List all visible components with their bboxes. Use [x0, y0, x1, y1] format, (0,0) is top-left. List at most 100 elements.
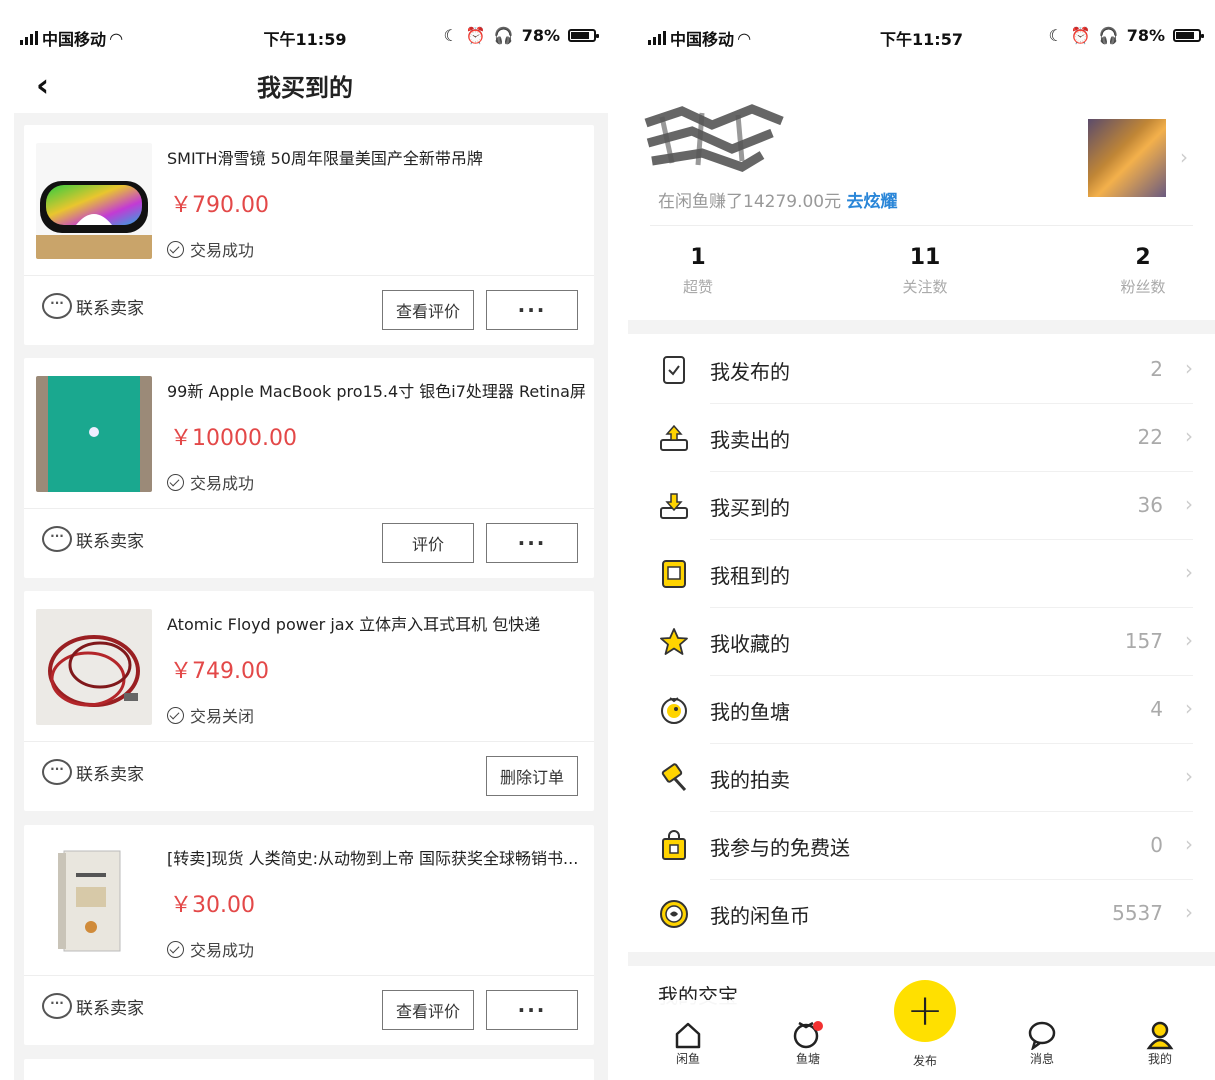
chat-bubble-icon: ···: [42, 293, 72, 319]
menu-item-fish-coins[interactable]: 我的闲鱼币 5537 ›: [628, 880, 1215, 948]
check-circle-icon: [167, 240, 184, 258]
menu-item-auction[interactable]: 我的拍卖 ›: [628, 744, 1215, 812]
alarm-icon: ⏰: [465, 26, 486, 45]
menu-label: 我卖出的: [710, 428, 790, 452]
fish-pond-tab-icon: [793, 1021, 823, 1049]
menu-item-rented[interactable]: 我租到的 ›: [628, 540, 1215, 608]
chevron-right-icon: ›: [1185, 560, 1193, 584]
order-price: ￥30.00: [170, 893, 255, 918]
stat-following[interactable]: 11 关注数: [865, 245, 985, 297]
order-price: ￥10000.00: [170, 426, 297, 451]
menu-item-bought[interactable]: 我买到的 36 ›: [628, 472, 1215, 540]
chat-bubble-icon: ···: [42, 759, 72, 785]
earnings-label: 在闲鱼赚了14279.00元: [658, 192, 842, 212]
more-button[interactable]: ···: [486, 523, 578, 563]
menu-item-favorites[interactable]: 我收藏的 157 ›: [628, 608, 1215, 676]
contact-seller-label: 联系卖家: [76, 764, 144, 785]
tab-label: 消息: [1029, 1052, 1054, 1066]
menu-label: 我的拍卖: [710, 768, 790, 792]
earnings-text: 在闲鱼赚了14279.00元 去炫耀: [658, 187, 898, 212]
chevron-right-icon: ›: [1185, 492, 1193, 516]
tab-label: 闲鱼: [675, 1052, 700, 1066]
stat-likes[interactable]: 1 超赞: [638, 245, 758, 297]
tab-messages[interactable]: 消息: [1002, 1014, 1082, 1067]
order-card[interactable]: 99新 Apple MacBook pro15.4寸 银色i7处理器 Retin…: [24, 358, 594, 578]
gift-bag-icon: [662, 830, 686, 860]
tab-home[interactable]: 闲鱼: [648, 1014, 728, 1067]
menu-item-free-giveaway[interactable]: 我参与的免费送 0 ›: [628, 812, 1215, 880]
menu-item-fish-pond[interactable]: 我的鱼塘 4 ›: [628, 676, 1215, 744]
goggles-image: [36, 143, 152, 259]
tab-bar: 闲鱼 鱼塘 + 发布 消息 我的: [628, 980, 1215, 1080]
tab-mine[interactable]: 我的: [1120, 1014, 1200, 1067]
message-icon: [1028, 1021, 1056, 1050]
status-bar: 中国移动 ◠ 下午11:59 ☾ ⏰ 🎧 78%: [0, 22, 610, 52]
check-circle-icon: [167, 473, 184, 491]
headphones-icon: 🎧: [493, 26, 514, 45]
stat-number: 1: [690, 245, 706, 270]
contact-seller-button[interactable]: ··· 联系卖家: [42, 759, 144, 785]
order-list: SMITH滑雪镜 50周年限量美国产全新带吊牌 ￥790.00 交易成功 ···…: [14, 113, 608, 1080]
upload-box-icon: [660, 424, 688, 451]
order-status-label: 交易成功: [190, 474, 255, 493]
stat-label: 超赞: [682, 278, 713, 296]
stats-row: 1 超赞 11 关注数 2 粉丝数: [628, 245, 1215, 315]
chevron-right-icon: ›: [1185, 832, 1193, 856]
review-button[interactable]: 评价: [382, 523, 474, 563]
order-status-label: 交易关闭: [190, 707, 255, 726]
chevron-right-icon: ›: [1185, 900, 1193, 924]
redacted-username: [644, 104, 784, 172]
order-price: ￥749.00: [170, 659, 269, 684]
more-button[interactable]: ···: [486, 290, 578, 330]
menu-item-sold[interactable]: 我卖出的 22 ›: [628, 404, 1215, 472]
order-status: 交易成功: [167, 470, 254, 494]
menu-label: 我租到的: [710, 564, 790, 588]
divider: [24, 741, 594, 742]
order-card[interactable]: Atomic Floyd power jax 立体声入耳式耳机 包快递 ￥749…: [24, 591, 594, 811]
contact-seller-button[interactable]: ··· 联系卖家: [42, 993, 144, 1019]
order-card[interactable]: [转卖]现货 人类简史:从动物到上帝 国际获奖全球畅销书... ￥30.00 交…: [24, 825, 594, 1045]
headphones-icon: 🎧: [1098, 26, 1119, 45]
order-card-peek: [24, 1059, 594, 1080]
order-status: 交易成功: [167, 237, 254, 261]
menu-item-published[interactable]: 我发布的 2 ›: [628, 336, 1215, 404]
order-price: ￥790.00: [170, 193, 269, 218]
alarm-icon: ⏰: [1070, 26, 1091, 45]
battery-icon: [1173, 29, 1204, 42]
view-review-button[interactable]: 查看评价: [382, 290, 474, 330]
avatar[interactable]: [1088, 119, 1166, 197]
contact-seller-button[interactable]: ··· 联系卖家: [42, 526, 144, 552]
check-circle-icon: [167, 706, 184, 724]
order-card[interactable]: SMITH滑雪镜 50周年限量美国产全新带吊牌 ￥790.00 交易成功 ···…: [24, 125, 594, 345]
section-gap: [628, 952, 1215, 966]
delete-order-button[interactable]: 删除订单: [486, 756, 578, 796]
show-off-link[interactable]: 去炫耀: [847, 192, 898, 212]
menu-label: 我参与的免费送: [710, 836, 850, 860]
contact-seller-label: 联系卖家: [76, 998, 144, 1019]
divider: [24, 975, 594, 976]
order-title: SMITH滑雪镜 50周年限量美国产全新带吊牌: [167, 149, 483, 168]
order-status: 交易成功: [167, 937, 254, 961]
document-icon: [663, 356, 685, 384]
order-status: 交易关闭: [167, 703, 254, 727]
order-status-label: 交易成功: [190, 941, 255, 960]
menu-count: 0: [1150, 833, 1163, 857]
contact-seller-button[interactable]: ··· 联系卖家: [42, 293, 144, 319]
menu-label: 我的鱼塘: [710, 700, 790, 724]
purchased-screen: 中国移动 ◠ 下午11:59 ☾ ⏰ 🎧 78% ‹ 我买到的 SMITH滑雪镜…: [0, 0, 610, 1080]
publish-button[interactable]: +: [894, 980, 956, 1042]
tab-fish-pond[interactable]: 鱼塘: [768, 1014, 848, 1067]
battery-percent: 78%: [521, 26, 560, 45]
view-review-button[interactable]: 查看评价: [382, 990, 474, 1030]
moon-icon: ☾: [443, 26, 458, 45]
stat-followers[interactable]: 2 粉丝数: [1083, 245, 1203, 297]
divider: [24, 275, 594, 276]
user-header[interactable]: 在闲鱼赚了14279.00元 去炫耀 ›: [628, 95, 1215, 235]
more-button[interactable]: ···: [486, 990, 578, 1030]
book-image: [36, 843, 152, 959]
divider: [650, 225, 1193, 226]
macbook-image: [36, 376, 152, 492]
stat-label: 关注数: [902, 278, 948, 296]
chevron-right-icon: ›: [1185, 764, 1193, 788]
menu-count: 4: [1150, 697, 1163, 721]
